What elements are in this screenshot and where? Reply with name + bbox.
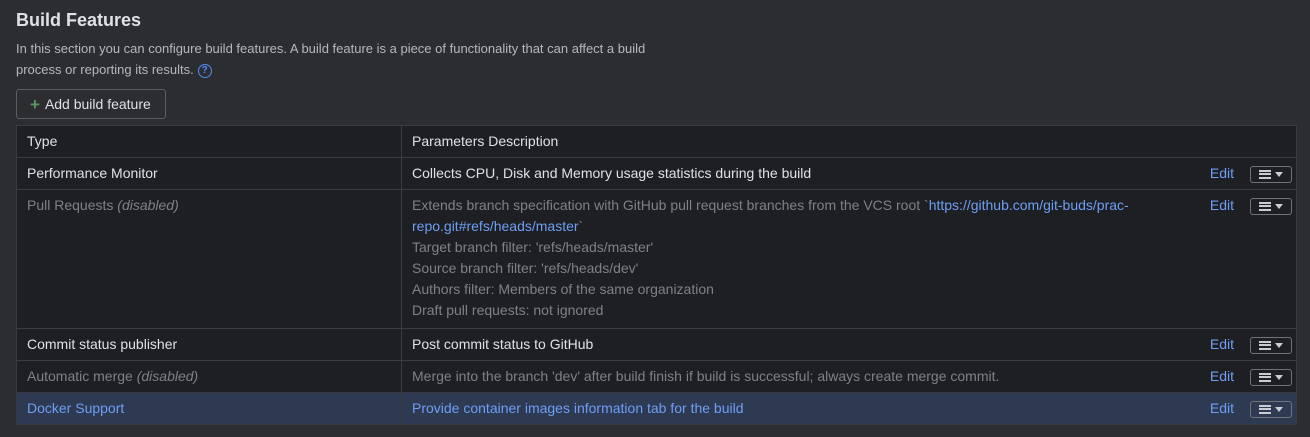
edit-link[interactable]: Edit: [1204, 366, 1234, 387]
edit-link[interactable]: Edit: [1204, 163, 1234, 184]
feature-actions-cell: Edit: [1191, 157, 1297, 190]
params-suffix: `: [578, 218, 584, 234]
table-header-row: Type Parameters Description: [16, 125, 1297, 158]
feature-type-cell: Performance Monitor: [16, 157, 402, 190]
feature-type-cell: Docker Support: [16, 392, 402, 425]
chevron-down-icon: [1275, 203, 1283, 209]
row-menu-button[interactable]: [1250, 165, 1292, 183]
list-icon: [1259, 201, 1271, 211]
params-main-line: Extends branch specification with GitHub…: [412, 195, 1182, 237]
feature-actions-cell: Edit: [1191, 360, 1297, 393]
feature-type: Performance Monitor: [27, 165, 158, 181]
question-circle-icon[interactable]: ?: [197, 63, 212, 78]
feature-params-cell: Merge into the branch 'dev' after build …: [401, 360, 1192, 393]
chevron-down-icon: [1275, 406, 1283, 412]
row-menu-button[interactable]: [1250, 336, 1292, 354]
params-line: Target branch filter: 'refs/heads/master…: [412, 239, 654, 255]
feature-type: Automatic merge: [27, 368, 133, 384]
feature-type-cell: Automatic merge (disabled): [16, 360, 402, 393]
feature-params: Post commit status to GitHub: [412, 336, 594, 352]
row-menu-button[interactable]: [1250, 197, 1292, 215]
list-icon: [1259, 404, 1271, 414]
section-description: In this section you can configure build …: [16, 38, 656, 80]
feature-params-cell: Extends branch specification with GitHub…: [401, 189, 1192, 329]
params-prefix: Extends branch specification with GitHub…: [412, 197, 929, 213]
description-text: In this section you can configure build …: [16, 41, 646, 77]
build-features-table: Type Parameters Description Performance …: [16, 125, 1297, 425]
feature-actions-cell: Edit: [1191, 189, 1297, 329]
feature-type: Pull Requests: [27, 197, 114, 213]
feature-type-cell: Pull Requests (disabled): [16, 189, 402, 329]
row-menu-button[interactable]: [1250, 368, 1292, 386]
build-features-section: Build Features In this section you can c…: [0, 0, 1310, 119]
edit-link[interactable]: Edit: [1204, 398, 1234, 419]
chevron-down-icon: [1275, 171, 1283, 177]
feature-params-cell: Post commit status to GitHub: [401, 328, 1192, 361]
feature-params-cell: Collects CPU, Disk and Memory usage stat…: [401, 157, 1192, 190]
plus-icon: +: [30, 94, 40, 114]
list-icon: [1259, 169, 1271, 179]
params-line: Draft pull requests: not ignored: [412, 302, 604, 318]
header-parameters: Parameters Description: [401, 125, 1297, 158]
list-icon: [1259, 340, 1271, 350]
disabled-tag: (disabled): [117, 197, 179, 213]
list-icon: [1259, 372, 1271, 382]
feature-params: Provide container images information tab…: [412, 400, 744, 416]
table-row[interactable]: Commit status publisher Post commit stat…: [16, 328, 1297, 361]
edit-link[interactable]: Edit: [1204, 334, 1234, 355]
params-line: Authors filter: Members of the same orga…: [412, 281, 714, 297]
feature-actions-cell: Edit: [1191, 328, 1297, 361]
add-build-feature-button[interactable]: + Add build feature: [16, 89, 166, 119]
params-line: Source branch filter: 'refs/heads/dev': [412, 260, 639, 276]
feature-actions-cell: Edit: [1191, 392, 1297, 425]
feature-type: Commit status publisher: [27, 336, 178, 352]
edit-link[interactable]: Edit: [1204, 195, 1234, 216]
disabled-tag: (disabled): [136, 368, 199, 384]
table-row[interactable]: Docker Support Provide container images …: [16, 392, 1297, 425]
feature-params-cell: Provide container images information tab…: [401, 392, 1192, 425]
section-title: Build Features: [16, 10, 142, 30]
table-row[interactable]: Pull Requests (disabled) Extends branch …: [16, 189, 1297, 329]
table-row[interactable]: Performance Monitor Collects CPU, Disk a…: [16, 157, 1297, 190]
table-row[interactable]: Automatic merge (disabled) Merge into th…: [16, 360, 1297, 393]
feature-type-cell: Commit status publisher: [16, 328, 402, 361]
feature-type: Docker Support: [27, 400, 125, 416]
chevron-down-icon: [1275, 342, 1283, 348]
chevron-down-icon: [1275, 374, 1283, 380]
add-build-feature-label: Add build feature: [44, 96, 151, 112]
header-type: Type: [16, 125, 402, 158]
feature-params: Merge into the branch 'dev' after build …: [412, 368, 1000, 384]
feature-params: Collects CPU, Disk and Memory usage stat…: [412, 165, 812, 181]
row-menu-button[interactable]: [1250, 400, 1292, 418]
